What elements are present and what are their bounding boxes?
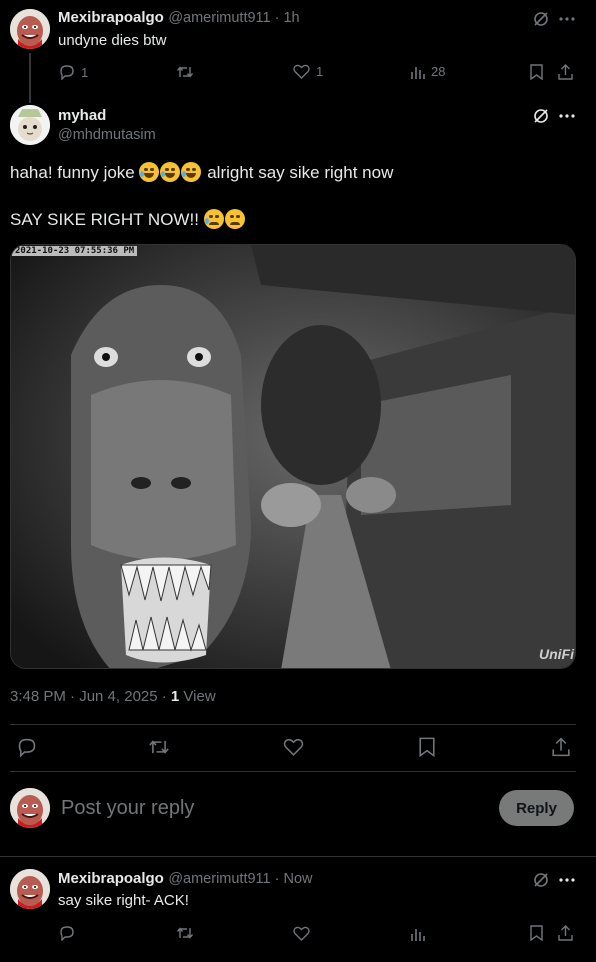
rofl-emoji	[160, 162, 181, 182]
like-count: 1	[316, 64, 324, 79]
avatar[interactable]	[10, 869, 50, 909]
repost-icon	[176, 927, 194, 939]
repost-icon	[149, 740, 169, 754]
view-count: 1	[170, 688, 180, 705]
reply-action[interactable]: 1	[59, 64, 88, 80]
reply-icon	[60, 65, 74, 80]
divider	[10, 724, 576, 725]
heart-icon	[283, 738, 304, 756]
divider	[10, 771, 576, 772]
post-meta: 3:48 PM · Jun 4, 2025 · 1 View	[10, 688, 216, 705]
sad-emoji	[224, 209, 245, 229]
reply-submit-button[interactable]: Reply	[499, 790, 574, 826]
thread-line	[29, 53, 31, 103]
bookmark-button[interactable]	[419, 737, 435, 757]
grok-icon[interactable]	[533, 872, 549, 888]
avatar[interactable]	[10, 9, 50, 49]
author-handle-time[interactable]: @amerimutt911 · Now	[168, 871, 312, 887]
author-name[interactable]: Mexibrapoalgo	[58, 9, 164, 26]
views-icon	[411, 67, 425, 79]
like-action[interactable]	[293, 926, 310, 941]
view-label: View	[179, 688, 216, 705]
repost-icon	[176, 66, 194, 78]
reply2-header: Mexibrapoalgo @amerimutt911 · Now	[58, 870, 313, 888]
like-action[interactable]: 1	[293, 64, 323, 79]
share-icon	[552, 737, 570, 757]
repost-action[interactable]	[176, 925, 194, 941]
divider	[0, 856, 596, 857]
repost-button[interactable]	[148, 737, 170, 757]
views-action[interactable]: 28	[411, 64, 445, 79]
post-time[interactable]: 3:48 PM · Jun 4, 2025 ·	[10, 688, 171, 705]
heart-icon	[293, 64, 310, 79]
post-text-b: alright say sike right now	[202, 163, 394, 182]
repost-action[interactable]	[176, 64, 194, 80]
share-icon[interactable]	[558, 925, 573, 941]
like-button[interactable]	[283, 738, 304, 756]
bookmark-icon[interactable]	[530, 64, 543, 80]
grok-icon[interactable]	[533, 11, 549, 27]
reply-icon	[60, 926, 74, 941]
author-name[interactable]: Mexibrapoalgo	[58, 870, 164, 887]
joy-emoji	[181, 162, 202, 182]
author-handle[interactable]: @mhdmutasim	[58, 127, 156, 143]
sad-tear-emoji	[203, 209, 224, 229]
more-icon[interactable]	[559, 878, 575, 882]
post-text-line2: SAY SIKE RIGHT NOW!!	[10, 209, 246, 230]
post-text-a: haha! funny joke	[10, 163, 140, 182]
avatar	[10, 788, 50, 828]
reply-button[interactable]	[17, 737, 37, 757]
reply-count: 1	[81, 64, 89, 80]
post-image[interactable]: 2021-10-23 07:55:36 PM UniFi	[10, 244, 576, 669]
avatar[interactable]	[10, 105, 50, 145]
reply2-text: say sike right- ACK!	[58, 892, 189, 909]
author-handle-time[interactable]: @amerimutt911 · 1h	[168, 10, 299, 26]
more-icon[interactable]	[559, 114, 575, 118]
reply-input[interactable]: Post your reply	[61, 797, 194, 820]
bookmark-icon[interactable]	[530, 925, 543, 941]
image-timestamp: 2021-10-23 07:55:36 PM	[12, 246, 138, 256]
bookmark-icon	[419, 737, 435, 757]
reply-icon	[18, 738, 36, 757]
views-action[interactable]	[411, 926, 425, 941]
views-icon	[411, 929, 425, 941]
share-icon[interactable]	[558, 64, 573, 80]
reply1-header: Mexibrapoalgo @amerimutt911 · 1h	[58, 9, 300, 27]
more-icon[interactable]	[559, 17, 575, 21]
share-button[interactable]	[552, 737, 570, 757]
author-name[interactable]: myhad	[58, 107, 106, 124]
grok-icon[interactable]	[533, 108, 549, 124]
post-text-c: SAY SIKE RIGHT NOW!!	[10, 210, 204, 229]
reply1-text: undyne dies btw	[58, 32, 167, 49]
views-count: 28	[431, 64, 446, 79]
reply-action[interactable]	[59, 925, 75, 941]
image-watermark: UniFi	[539, 646, 574, 662]
post-text-line1: haha! funny joke alright say sike right …	[10, 162, 393, 183]
rofl-emoji	[139, 162, 160, 182]
heart-icon	[293, 926, 310, 941]
